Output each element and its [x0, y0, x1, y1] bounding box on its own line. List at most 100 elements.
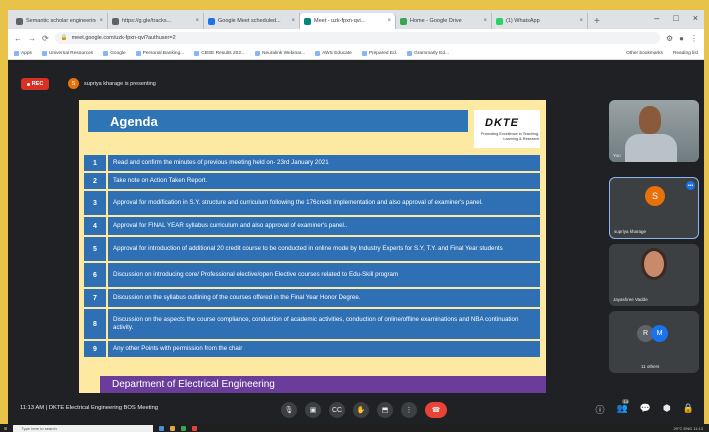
- close-icon[interactable]: ×: [195, 18, 199, 24]
- camera-icon[interactable]: ▣: [305, 402, 321, 418]
- raise-hand-icon[interactable]: ✋: [353, 402, 369, 418]
- new-tab-icon[interactable]: +: [588, 16, 606, 29]
- taskbar-search-input[interactable]: Type here to search: [13, 424, 154, 432]
- call-controls: 🎙 ▣ CC ✋ ⬒ ⋮ ☎: [281, 402, 447, 418]
- meeting-side-controls: ⓘ 👥 14 💬 ⬢ 🔒: [595, 399, 694, 416]
- tab-meet-active[interactable]: Meet - uzk-fpxn-qvi... ×: [300, 13, 396, 29]
- tab-favicon-icon: [208, 17, 215, 25]
- address-bar: ← → ⟳ 🔒 meet.google.com/uzk-fpxn-qvi?aut…: [8, 29, 704, 47]
- close-icon[interactable]: ×: [579, 18, 583, 24]
- agenda-list: 1 Read and confirm the minutes of previou…: [84, 155, 540, 359]
- back-icon[interactable]: ←: [14, 34, 22, 43]
- participant-tile-others[interactable]: R M 11 others: [609, 311, 699, 373]
- agenda-item: 2 Take note on Action Taken Report.: [84, 173, 540, 189]
- minimize-icon[interactable]: –: [654, 13, 659, 23]
- agenda-item: 8 Discussion on the aspects the course co…: [84, 309, 540, 339]
- avatar: M: [651, 325, 668, 342]
- bookmarks-bar: Apps Universal Resources Google Personal…: [8, 47, 704, 60]
- bookmark-item[interactable]: Prepared Ed.: [361, 50, 397, 56]
- bookmark-item[interactable]: Google: [103, 50, 126, 56]
- people-icon[interactable]: 👥 14: [616, 399, 629, 416]
- agenda-item: 6 Discussion on introducing core/ Profess…: [84, 263, 540, 287]
- host-controls-icon[interactable]: 🔒: [683, 403, 694, 416]
- present-screen-icon[interactable]: ⬒: [377, 402, 393, 418]
- agenda-item: 3 Approval for modification in S.Y. struc…: [84, 191, 540, 215]
- bookmark-item[interactable]: CBSE Results 202...: [194, 50, 245, 56]
- close-icon[interactable]: ×: [99, 18, 103, 24]
- bookmark-icon: [14, 50, 19, 56]
- menu-icon[interactable]: ⋮: [690, 34, 698, 43]
- bookmark-icon: [255, 50, 261, 56]
- participant-avatar: S: [645, 186, 665, 206]
- close-window-icon[interactable]: ×: [693, 13, 698, 23]
- bookmark-item[interactable]: Universal Resources: [41, 50, 93, 56]
- close-icon[interactable]: ×: [483, 18, 487, 24]
- forward-icon[interactable]: →: [28, 34, 36, 43]
- participant-tile-supriya[interactable]: S ••• supriya kharage: [609, 177, 699, 239]
- close-icon[interactable]: ×: [387, 18, 391, 24]
- bookmark-icon: [315, 50, 321, 56]
- close-icon[interactable]: ×: [291, 18, 295, 24]
- tab-6[interactable]: (1) WhatsApp ×: [492, 13, 588, 29]
- bookmark-icon: [361, 50, 367, 56]
- window-controls: – □ ×: [654, 13, 698, 23]
- info-icon[interactable]: ⓘ: [595, 403, 604, 416]
- chat-icon[interactable]: 💬: [640, 403, 651, 416]
- drive-favicon-icon: [400, 17, 407, 25]
- taskbar-app-icon[interactable]: [192, 425, 198, 431]
- extensions-icon[interactable]: ⚙: [666, 34, 673, 43]
- more-options-icon[interactable]: •••: [686, 181, 695, 190]
- agenda-item: 9 Any other Points with permission from t…: [84, 341, 540, 357]
- video-person-face: [639, 106, 661, 134]
- participant-photo: [641, 248, 667, 280]
- profile-icon[interactable]: ●: [679, 34, 684, 43]
- lock-icon: 🔒: [60, 35, 68, 41]
- presentation-slide: Agenda DKTE Promoting Excellence in Teac…: [79, 100, 546, 393]
- participant-tile-jayashree[interactable]: Jayashree Vadde: [609, 244, 699, 306]
- tab-2[interactable]: https://g.gle/tracks... ×: [108, 13, 204, 29]
- agenda-item: 1 Read and confirm the minutes of previou…: [84, 155, 540, 171]
- captions-icon[interactable]: CC: [329, 402, 345, 418]
- os-taskbar: ⊞ Type here to search 29°C ENG 11:13: [0, 424, 709, 432]
- slide-heading: Agenda: [88, 110, 468, 132]
- windows-start-icon[interactable]: ⊞: [4, 426, 7, 431]
- taskbar-app-icon[interactable]: [181, 425, 187, 431]
- tab-3[interactable]: Google Meet scheduled... ×: [204, 13, 300, 29]
- recording-badge: REC: [21, 78, 49, 90]
- logo-tagline: Promoting Excellence in Teaching, Learni…: [481, 132, 539, 141]
- activities-icon[interactable]: ⬢: [663, 403, 671, 416]
- agenda-item: 4 Approval for FINAL YEAR syllabus curric…: [84, 217, 540, 235]
- video-person-shirt: [625, 134, 677, 162]
- logo-title: DKTE: [485, 117, 519, 129]
- taskbar-app-icon[interactable]: [159, 425, 165, 431]
- bookmark-item[interactable]: Grammarly Ed...: [407, 50, 449, 56]
- url-input[interactable]: 🔒 meet.google.com/uzk-fpxn-qvi?authuser=…: [54, 32, 660, 44]
- end-call-button[interactable]: ☎: [425, 402, 447, 418]
- bookmark-icon: [407, 50, 413, 56]
- tab-5[interactable]: Home - Google Drive ×: [396, 13, 492, 29]
- bookmark-item[interactable]: Apps: [14, 50, 32, 56]
- microphone-icon[interactable]: 🎙: [281, 402, 297, 418]
- reload-icon[interactable]: ⟳: [42, 34, 49, 43]
- bookmark-icon: [41, 50, 47, 56]
- presenting-banner: S supriya kharage is presenting: [68, 77, 156, 90]
- bookmark-icon: [135, 50, 141, 56]
- participant-tile-self[interactable]: You: [609, 100, 699, 162]
- whatsapp-favicon-icon: [496, 17, 503, 25]
- dkte-logo: [474, 110, 540, 148]
- bookmark-item[interactable]: Neuralink Webinar...: [255, 50, 305, 56]
- meet-favicon-icon: [304, 17, 311, 25]
- tab-1[interactable]: Semantic scholar engineering... ×: [12, 13, 108, 29]
- maximize-icon[interactable]: □: [673, 13, 678, 23]
- meeting-info: 11:13 AM | DKTE Electrical Engineering B…: [20, 405, 159, 411]
- bookmark-item[interactable]: AWS Educate: [315, 50, 352, 56]
- other-bookmarks[interactable]: Other bookmarks: [626, 51, 663, 56]
- reading-list[interactable]: Reading list: [673, 51, 698, 56]
- bookmark-item[interactable]: Personal Banking...: [135, 50, 184, 56]
- taskbar-app-icon[interactable]: [170, 425, 176, 431]
- bookmarks-right: Other bookmarks Reading list: [626, 51, 698, 56]
- others-avatars: R M: [637, 325, 668, 342]
- meet-bottom-bar: 11:13 AM | DKTE Electrical Engineering B…: [8, 396, 704, 424]
- more-options-icon[interactable]: ⋮: [401, 402, 417, 418]
- bookmark-icon: [194, 50, 200, 56]
